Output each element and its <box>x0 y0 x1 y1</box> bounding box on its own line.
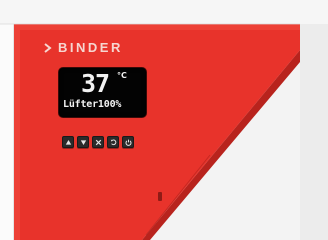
cross-icon <box>95 139 101 145</box>
lcd-display: 37 °C Lüfter100% <box>59 68 146 117</box>
keypad <box>62 136 134 148</box>
temperature-readout: 37 <box>81 69 110 98</box>
brand-logo: BINDER <box>44 40 123 55</box>
temperature-unit: °C <box>117 71 127 80</box>
return-icon <box>110 139 116 145</box>
incubator-front: BINDER 37 °C Lüfter100% <box>0 0 328 240</box>
binder-logo-icon <box>44 42 52 53</box>
cancel-button[interactable] <box>92 136 104 148</box>
back-button[interactable] <box>107 136 119 148</box>
brand-name: BINDER <box>58 40 123 55</box>
up-button[interactable] <box>62 136 74 148</box>
arrow-up-icon <box>65 139 71 145</box>
power-button[interactable] <box>122 136 134 148</box>
arrow-down-icon <box>80 139 86 145</box>
down-button[interactable] <box>77 136 89 148</box>
power-icon <box>125 139 131 146</box>
fan-status-text: Lüfter100% <box>63 99 122 110</box>
device-housing <box>0 0 328 240</box>
